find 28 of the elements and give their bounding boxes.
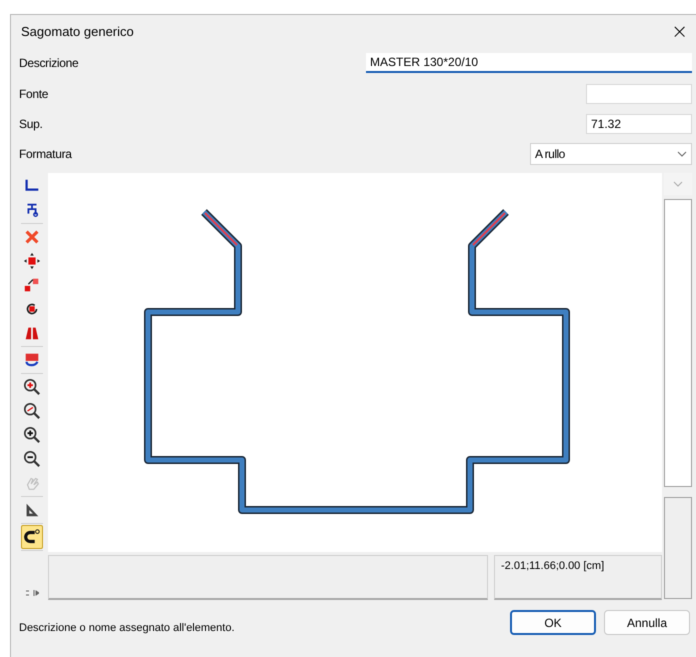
chevron-icon [677, 151, 687, 157]
coordinates-readout: -2.01;11.66;0.00 [cm] [494, 555, 662, 600]
text-field[interactable]: MASTER 130*20/10 [366, 53, 692, 73]
zoom-icon [23, 378, 41, 396]
tool-button[interactable] [21, 525, 43, 549]
drawing-canvas[interactable] [48, 173, 662, 552]
close-button[interactable]: × [669, 21, 690, 41]
status-text: Descrizione o nome assegnato all'elemento. [19, 622, 234, 634]
magnet-icon [23, 528, 41, 546]
zoom-out-icon [23, 450, 41, 468]
dialog-button[interactable]: OK [510, 610, 596, 635]
chevron-icon [673, 181, 683, 187]
dialog-button[interactable]: Annulla [604, 610, 690, 635]
text-field[interactable] [586, 84, 692, 104]
move-icon [23, 252, 41, 270]
window-title: Sagomato generico [21, 24, 134, 38]
field-label: Fonte [19, 87, 48, 101]
swap-icon [23, 351, 41, 369]
field-label: Sup. [19, 117, 42, 131]
field-label: Formatura [19, 147, 72, 161]
field-label: Descrizione [19, 56, 78, 70]
grip-icon[interactable] [25, 590, 39, 596]
delete-icon [23, 228, 41, 246]
zoom-icon [23, 402, 41, 420]
zoom-in-icon [23, 426, 41, 444]
copy-icon [23, 276, 41, 294]
dropdown[interactable]: A rullo [530, 143, 692, 165]
text-field[interactable]: 71.32 [586, 114, 692, 134]
